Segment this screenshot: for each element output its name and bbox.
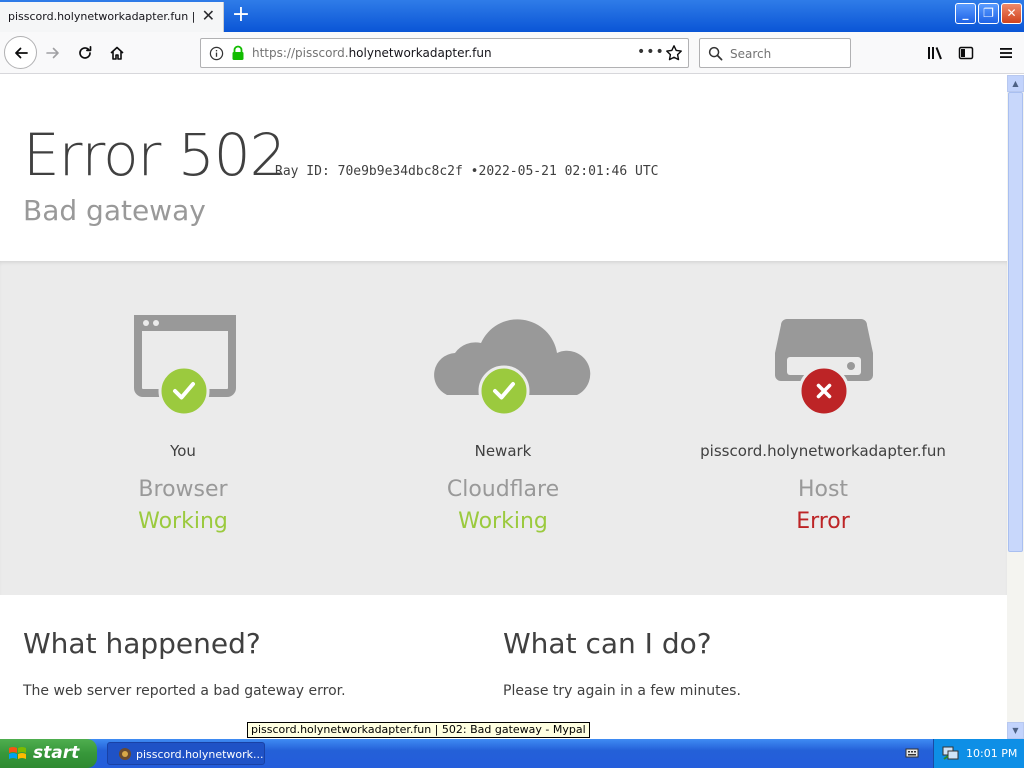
lock-icon[interactable] xyxy=(231,45,245,61)
info-icon[interactable] xyxy=(209,46,224,61)
window-close-button[interactable]: ✕ xyxy=(1001,3,1022,24)
tab-active[interactable]: pisscord.holynetworkadapter.fun | 502 ✕ xyxy=(0,2,224,32)
cloudflare-location: Newark xyxy=(474,442,532,460)
home-icon xyxy=(110,46,124,60)
taskbar-window-button[interactable]: pisscord.holynetwork... xyxy=(107,742,265,765)
host-location: pisscord.holynetworkadapter.fun xyxy=(700,442,946,460)
status-diagram: You Browser Working Newark Cloudflare Wo… xyxy=(0,261,1007,595)
info-section: What happened? The web server reported a… xyxy=(0,595,1007,739)
window-minimize-button[interactable]: _ xyxy=(955,3,976,24)
what-can-i-do-heading: What can I do? xyxy=(503,627,712,660)
tab-close-icon[interactable]: ✕ xyxy=(202,7,215,25)
navigation-bar: https://pisscord.holynetworkadapter.fun … xyxy=(0,32,1024,74)
scroll-thumb[interactable] xyxy=(1008,92,1023,552)
page-actions-button[interactable]: ••• xyxy=(637,44,665,60)
tab-title: pisscord.holynetworkadapter.fun | 502 xyxy=(8,10,194,23)
url-prefix: https://pisscord. xyxy=(252,46,349,60)
library-button[interactable] xyxy=(920,38,950,68)
browser-icon xyxy=(134,315,236,417)
hamburger-menu-icon xyxy=(1000,48,1012,58)
search-input[interactable] xyxy=(730,45,846,63)
vertical-scrollbar[interactable]: ▲ ▼ xyxy=(1007,75,1024,739)
library-icon xyxy=(928,47,942,60)
ray-id: Ray ID: 70e9b9e34dbc8c2f xyxy=(275,164,463,179)
new-tab-button[interactable]: + xyxy=(228,2,254,28)
ray-separator: • xyxy=(470,164,479,179)
tab-tooltip: pisscord.holynetworkadapter.fun | 502: B… xyxy=(247,722,590,738)
sidebar-button[interactable] xyxy=(951,38,981,68)
error-timestamp: 2022-05-21 02:01:46 UTC xyxy=(478,164,659,179)
host-status: Error xyxy=(796,509,850,534)
clock: 10:01 PM xyxy=(966,747,1018,760)
network-icon[interactable] xyxy=(942,745,960,761)
start-button[interactable]: start xyxy=(0,739,97,768)
system-tray: 10:01 PM xyxy=(933,739,1024,768)
status-browser: You Browser Working xyxy=(23,261,343,595)
cloud-icon xyxy=(434,319,591,417)
cloudflare-label: Cloudflare xyxy=(446,477,560,502)
ray-id-line: Ray ID: 70e9b9e34dbc8c2f •2022-05-21 02:… xyxy=(275,164,659,179)
url-host: holynetworkadapter.fun xyxy=(348,46,492,60)
arrow-right-icon xyxy=(46,47,59,59)
what-happened-text: The web server reported a bad gateway er… xyxy=(23,683,346,699)
reload-button[interactable] xyxy=(70,38,100,68)
url-text[interactable]: https://pisscord.holynetworkadapter.fun xyxy=(252,46,492,60)
start-label: start xyxy=(33,743,80,763)
taskbar: start pisscord.holynetwork... 10:01 PM xyxy=(0,739,1024,768)
server-icon xyxy=(775,319,873,417)
sidebar-icon xyxy=(958,46,974,60)
address-bar[interactable]: https://pisscord.holynetworkadapter.fun … xyxy=(200,38,689,68)
status-host: pisscord.holynetworkadapter.fun Host Err… xyxy=(663,261,983,595)
window-maximize-button[interactable]: ❐ xyxy=(978,3,999,24)
host-label: Host xyxy=(797,477,849,502)
status-cloudflare: Newark Cloudflare Working xyxy=(343,261,663,595)
back-button[interactable] xyxy=(4,36,37,69)
browser-status: Working xyxy=(138,509,228,534)
reload-icon xyxy=(79,45,92,59)
cloudflare-status: Working xyxy=(458,509,548,534)
arrow-left-icon xyxy=(14,47,28,58)
search-icon xyxy=(708,46,723,61)
error-header: Error 502 Ray ID: 70e9b9e34dbc8c2f •2022… xyxy=(0,75,1007,261)
browser-app-icon xyxy=(119,748,131,760)
keyboard-icon[interactable] xyxy=(905,746,919,760)
tab-strip: pisscord.holynetworkadapter.fun | 502 ✕ … xyxy=(0,0,1024,32)
search-bar[interactable] xyxy=(699,38,851,68)
taskbar-window-label: pisscord.holynetwork... xyxy=(136,748,264,761)
browser-label: Browser xyxy=(138,477,228,502)
windows-logo-icon xyxy=(9,747,26,759)
menu-button[interactable] xyxy=(991,38,1021,68)
bookmark-star-icon[interactable] xyxy=(665,44,683,62)
what-can-i-do-text: Please try again in a few minutes. xyxy=(503,683,741,699)
scroll-down-arrow-icon[interactable]: ▼ xyxy=(1007,722,1024,739)
home-button[interactable] xyxy=(102,38,132,68)
browser-location: You xyxy=(170,442,196,460)
forward-button[interactable] xyxy=(38,38,68,68)
error-subtitle: Bad gateway xyxy=(23,194,206,227)
error-title: Error 502 xyxy=(23,121,287,189)
page-viewport: Error 502 Ray ID: 70e9b9e34dbc8c2f •2022… xyxy=(0,75,1007,739)
what-happened-heading: What happened? xyxy=(23,627,261,660)
scroll-up-arrow-icon[interactable]: ▲ xyxy=(1007,75,1024,92)
